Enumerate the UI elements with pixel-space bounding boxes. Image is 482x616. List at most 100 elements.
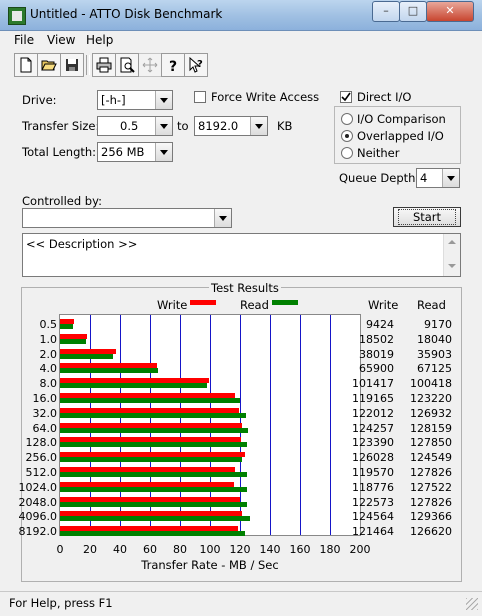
row-label: 8.0 (39, 377, 58, 391)
read-value: 127826 (410, 495, 452, 509)
description-scrollbar[interactable] (443, 234, 460, 276)
open-icon[interactable] (37, 53, 61, 77)
queue-depth-select[interactable]: 4 (416, 168, 460, 188)
menu-help[interactable]: Help (86, 33, 113, 47)
row-label: 128.0 (25, 436, 58, 450)
chevron-down-icon[interactable] (442, 169, 459, 187)
read-bar (60, 398, 241, 403)
total-length-select[interactable]: 256 MB (97, 142, 173, 162)
x-tick-label: 100 (199, 543, 221, 556)
write-value: 122012 (352, 406, 394, 420)
write-value: 123390 (352, 436, 394, 450)
window-title: Untitled - ATTO Disk Benchmark (30, 7, 223, 21)
read-bar (60, 442, 248, 448)
status-text: For Help, press F1 (9, 596, 113, 610)
write-value: 38019 (359, 347, 394, 361)
new-icon[interactable] (14, 53, 38, 77)
read-value: 9170 (424, 318, 452, 331)
force-write-checkbox[interactable] (194, 91, 206, 103)
controlled-by-select[interactable] (22, 208, 232, 228)
row-label: 8192.0 (18, 525, 58, 539)
write-value: 122573 (352, 495, 394, 509)
save-icon[interactable] (60, 53, 84, 77)
read-bar (60, 383, 208, 389)
read-bar (60, 324, 74, 329)
row-label: 16.0 (32, 392, 58, 405)
read-value: 128159 (410, 421, 452, 435)
write-value: 9424 (366, 318, 394, 331)
drive-label: Drive: (22, 93, 57, 107)
start-button[interactable]: Start (393, 207, 461, 227)
row-label: 1024.0 (18, 480, 58, 494)
move-icon[interactable] (138, 53, 162, 77)
read-bar (60, 412, 246, 418)
row-label: 32.0 (32, 406, 58, 420)
row-label: 512.0 (25, 466, 58, 479)
context-help-icon[interactable]: ? (184, 53, 208, 77)
read-bar (60, 368, 159, 374)
x-tick-label: 40 (113, 543, 127, 556)
read-value: 129366 (410, 510, 452, 524)
write-value: 101417 (352, 377, 394, 391)
transfer-size-to-select[interactable]: 8192.0 (194, 116, 268, 136)
svg-text:?: ? (197, 59, 203, 70)
row-label: 4096.0 (18, 510, 58, 524)
menu-file[interactable]: File (14, 33, 34, 47)
minimize-button[interactable]: – (372, 1, 400, 22)
overlapped-io-radio[interactable] (341, 130, 353, 142)
maximize-button[interactable]: □ (399, 1, 427, 22)
chevron-down-icon[interactable] (155, 143, 172, 161)
scroll-down-icon[interactable] (448, 264, 456, 268)
legend-read-swatch (272, 300, 298, 305)
total-length-label: Total Length: (22, 145, 97, 159)
help-icon[interactable]: ? (161, 53, 185, 77)
grid-line (300, 315, 301, 535)
queue-depth-value: 4 (420, 171, 428, 185)
print-icon[interactable] (92, 53, 116, 77)
drive-value: [-h-] (101, 93, 126, 107)
x-tick-label: 80 (173, 543, 187, 556)
menu-view[interactable]: View (47, 33, 75, 47)
write-value: 119570 (352, 466, 394, 479)
neither-label: Neither (357, 146, 400, 160)
to-label: to (177, 119, 189, 133)
read-value: 127522 (410, 480, 452, 494)
chevron-down-icon[interactable] (250, 117, 267, 135)
description-text: << Description >> (26, 237, 138, 251)
x-tick-label: 120 (229, 543, 251, 556)
x-tick-label: 20 (83, 543, 97, 556)
read-bar (60, 472, 248, 477)
row-label: 64.0 (32, 421, 58, 435)
title-bar: Untitled - ATTO Disk Benchmark – □ ✕ (0, 0, 482, 31)
transfer-size-from-select[interactable]: 0.5 (97, 116, 173, 136)
chevron-down-icon[interactable] (214, 209, 231, 227)
read-bar (60, 353, 113, 359)
read-column-header: Read (417, 298, 446, 312)
drive-select[interactable]: [-h-] (97, 90, 173, 110)
read-value: 124549 (410, 451, 452, 465)
read-value: 67125 (417, 362, 452, 376)
transfer-to-value: 8192.0 (198, 119, 239, 133)
row-label: 0.5 (39, 318, 58, 331)
neither-radio[interactable] (341, 147, 353, 159)
close-button[interactable]: ✕ (426, 1, 474, 22)
io-comparison-radio[interactable] (341, 113, 353, 125)
resize-grip[interactable] (466, 598, 478, 610)
status-bar: For Help, press F1 (0, 591, 482, 616)
legend-write-swatch (190, 300, 216, 305)
print-preview-icon[interactable] (115, 53, 139, 77)
scroll-up-icon[interactable] (448, 240, 456, 244)
chevron-down-icon[interactable] (155, 91, 172, 109)
test-results-title: Test Results (209, 281, 281, 295)
direct-io-checkbox[interactable] (340, 91, 352, 103)
description-textarea[interactable]: << Description >> (22, 233, 461, 277)
read-value: 126620 (410, 525, 452, 539)
chevron-down-icon[interactable] (155, 117, 172, 135)
legend-read-label: Read (240, 298, 269, 312)
menu-bar: File View Help (0, 31, 482, 49)
row-label: 2.0 (39, 347, 58, 361)
grid-line (270, 315, 271, 535)
force-write-label: Force Write Access (211, 90, 320, 104)
read-bar (60, 516, 250, 522)
legend-write-label: Write (157, 298, 188, 312)
